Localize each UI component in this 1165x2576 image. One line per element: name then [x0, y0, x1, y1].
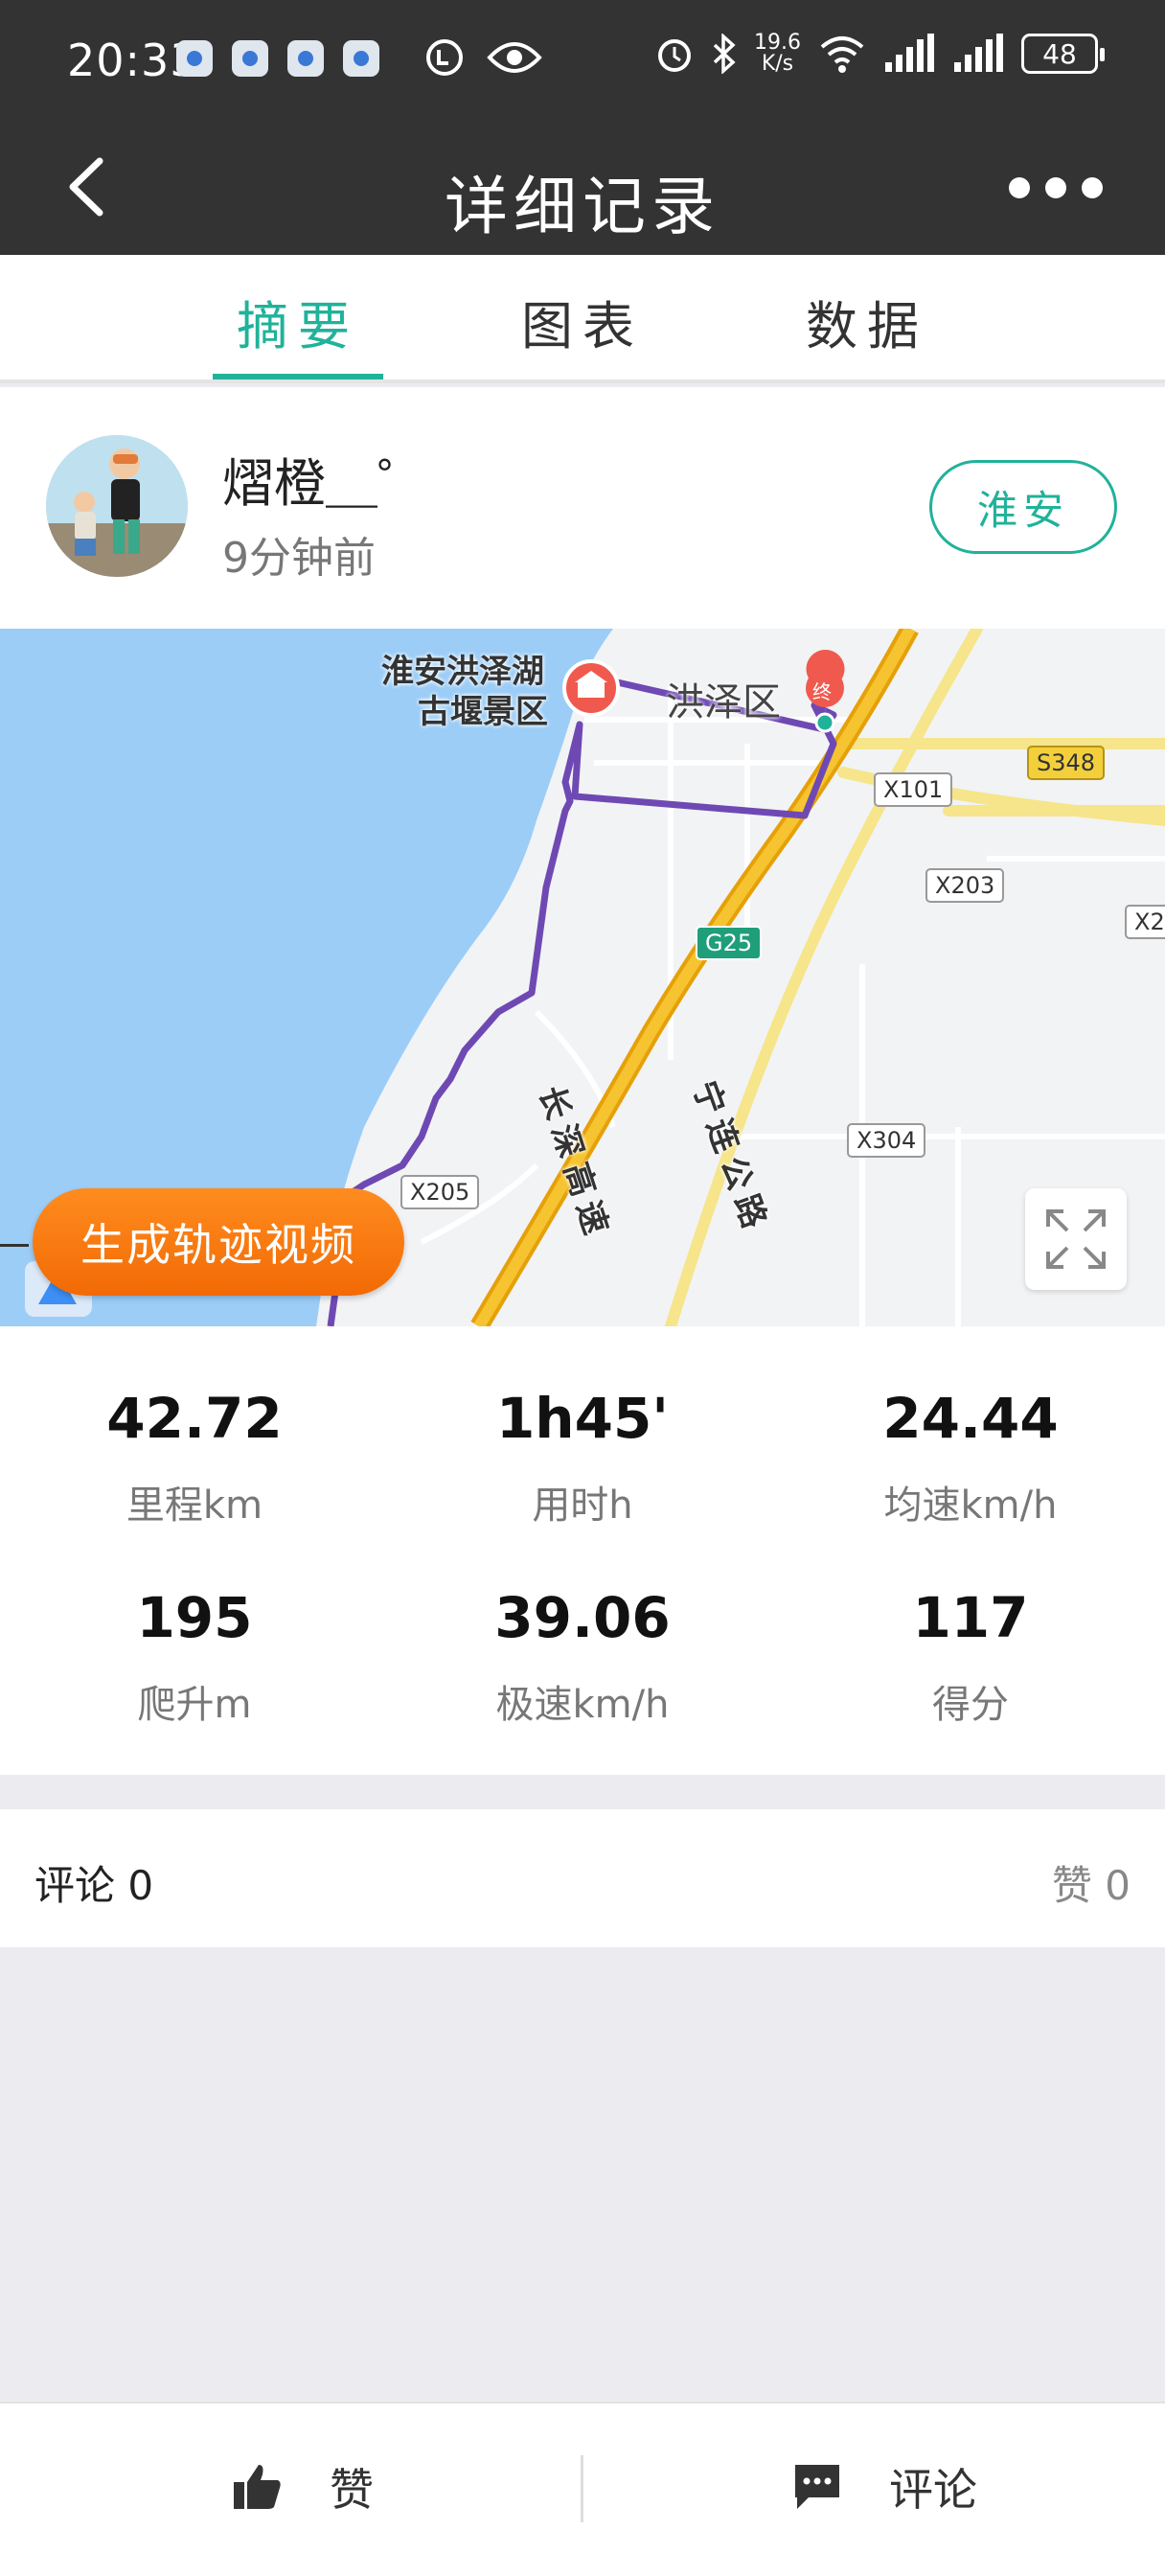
active-tab-indicator: [213, 374, 383, 380]
bottom-action-bar: 赞 评论: [0, 2402, 1165, 2576]
app-notification-icon: [287, 40, 324, 77]
notification-icons: [176, 40, 379, 77]
road-shield-s348: S348: [1027, 746, 1106, 780]
stat-duration: 1h45' 用时h: [495, 1386, 670, 1528]
district-label: 洪泽区: [666, 680, 781, 724]
like-button[interactable]: 赞: [232, 2455, 374, 2518]
road-shield-x304: X304: [847, 1123, 926, 1158]
post-time: 9分钟前: [222, 534, 376, 583]
comment-bubble-icon: [795, 2465, 839, 2509]
thumbs-up-icon: [234, 2465, 281, 2509]
likes-count[interactable]: 赞 0: [1052, 1853, 1131, 1912]
avatar[interactable]: [46, 435, 188, 577]
fullscreen-icon: [1046, 1209, 1106, 1269]
ride-stats-panel: 42.72 里程km 1h45' 用时h 24.44 均速km/h 195 爬升…: [0, 1326, 1165, 1775]
username: 熠橙＿゜: [222, 453, 429, 514]
road-shield-x101: X101: [874, 772, 953, 807]
app-notification-icon: [232, 40, 268, 77]
eye-icon: [487, 42, 542, 73]
expand-map-button[interactable]: [1025, 1188, 1127, 1290]
generate-track-video-button[interactable]: 生成轨迹视频: [33, 1188, 404, 1296]
stat-avg-speed: 24.44 均速km/h: [882, 1386, 1059, 1528]
road-shield-g25: G25: [696, 926, 763, 960]
app-notification-icon: [176, 40, 213, 77]
action-divider: [581, 2455, 583, 2522]
signal-icon: [954, 34, 1003, 72]
alarm-icon: [658, 39, 692, 72]
tab-bar: 摘要 图表 数据: [0, 255, 1165, 383]
stat-distance: 42.72 里程km: [106, 1386, 283, 1528]
top-app-bar: 详细记录: [0, 119, 1165, 255]
stat-max-speed: 39.06 极速km/h: [494, 1585, 671, 1727]
stat-elevation-gain: 195 爬升m: [136, 1585, 253, 1727]
tab-summary[interactable]: 摘要: [173, 284, 423, 359]
app-notification-icon: [343, 40, 379, 77]
data-saver-icon: [426, 39, 463, 76]
poi-label: 淮安洪泽湖 古堰景区: [381, 653, 548, 731]
stat-score: 117 得分: [912, 1585, 1029, 1727]
road-shield-x205: X205: [400, 1175, 480, 1209]
comments-count[interactable]: 评论 0: [34, 1853, 153, 1912]
status-bar: 20:33 19.6 K/s 48: [0, 0, 1165, 119]
bluetooth-icon: [713, 34, 736, 74]
end-marker-label: 终: [812, 680, 832, 703]
road-shield-x203: X203: [925, 868, 1005, 903]
wifi-icon: [820, 36, 864, 73]
comment-button[interactable]: 评论: [791, 2455, 977, 2518]
tab-data[interactable]: 数据: [742, 284, 992, 359]
comments-summary-bar: 评论 0 赞 0: [0, 1809, 1165, 1947]
like-label: 赞: [330, 2464, 374, 2516]
comment-label: 评论: [889, 2464, 977, 2516]
user-info-row: 熠橙＿゜ 9分钟前 淮安: [0, 387, 1165, 629]
network-speed: 19.6 K/s: [754, 31, 801, 76]
signal-icon: [885, 34, 934, 72]
battery-indicator: 48: [1021, 34, 1105, 74]
route-map[interactable]: 淮安洪泽湖 古堰景区 洪泽区 终 S348 X101 X203 X20 G25 …: [0, 629, 1165, 1326]
road-shield-x20: X20: [1125, 905, 1165, 939]
tab-charts[interactable]: 图表: [458, 284, 707, 359]
city-tag-button[interactable]: 淮安: [929, 460, 1117, 554]
more-options-icon[interactable]: [989, 169, 1123, 207]
